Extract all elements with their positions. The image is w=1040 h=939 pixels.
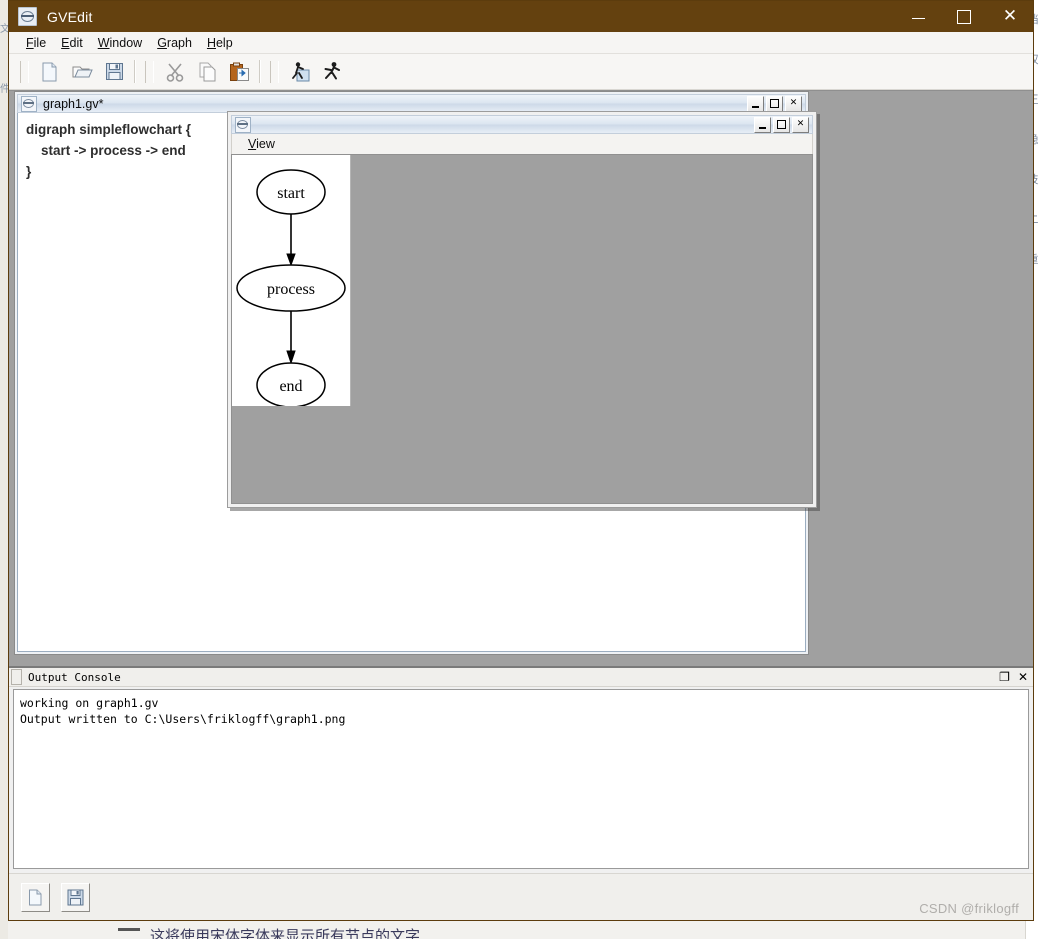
console-line: Output written to C:\Users\friklogff\gra…	[20, 712, 346, 726]
window-close-button[interactable]: ✕	[987, 1, 1033, 32]
editor-close-button[interactable]: ✕	[785, 95, 802, 112]
menu-window[interactable]: Window	[91, 34, 150, 52]
console-header-buttons: ❐ ✕	[999, 671, 1028, 683]
toolbar-grip-3[interactable]	[270, 60, 279, 83]
paste-button[interactable]	[224, 57, 254, 86]
graph-viewer-child-window: ✕ View start process end	[227, 111, 817, 508]
console-title: Output Console	[28, 670, 121, 684]
svg-text:process: process	[267, 281, 315, 298]
viewer-menu-view[interactable]: View	[241, 135, 283, 153]
floppy-save-icon	[67, 889, 84, 905]
background-left-strip: 文 件	[0, 0, 8, 939]
menu-edit-label: dit	[69, 35, 83, 50]
viewer-close-button[interactable]: ✕	[792, 116, 809, 133]
toolbar-separator-1	[134, 60, 136, 83]
scissors-icon	[166, 62, 184, 82]
menu-file[interactable]: File	[19, 34, 54, 52]
screen-root: 文 件 档 权 正 隐 技 二 重 这将使用宋体字体来显示所有节点的文字 GVE…	[0, 0, 1040, 939]
menu-help[interactable]: Help	[200, 34, 241, 52]
viewer-minimize-button[interactable]	[754, 116, 771, 133]
copy-pages-icon	[199, 62, 215, 81]
console-output-area[interactable]: working on graph1.gv Output written to C…	[13, 689, 1029, 869]
graph-edge-process-end	[286, 311, 296, 365]
cut-button[interactable]	[160, 57, 190, 86]
run-layout-icon	[291, 62, 309, 82]
svg-text:end: end	[279, 378, 302, 395]
menu-graph-label: raph	[166, 35, 192, 50]
open-folder-icon	[72, 66, 93, 78]
toolbar-grip-1[interactable]	[20, 60, 29, 83]
status-save-button[interactable]	[61, 882, 90, 912]
viewer-menubar: View	[231, 134, 813, 154]
viewer-menu-view-label: iew	[256, 137, 275, 151]
bottom-statusbar: CSDN @friklogff	[9, 873, 1033, 920]
viewer-titlebar[interactable]: ✕	[231, 115, 813, 134]
graph-edge-start-process	[286, 214, 296, 267]
console-drag-grip[interactable]	[11, 669, 22, 685]
window-maximize-button[interactable]	[941, 1, 987, 32]
open-file-button[interactable]	[67, 57, 97, 86]
graph-node-end: end	[256, 362, 326, 408]
save-file-button[interactable]	[99, 57, 129, 86]
background-bottom-dash	[118, 928, 140, 931]
window-titlebar: GVEdit ✕	[9, 1, 1033, 32]
window-title: GVEdit	[47, 8, 93, 25]
editor-window-buttons: ✕	[747, 95, 802, 112]
menu-edit[interactable]: Edit	[54, 34, 91, 52]
graph-canvas[interactable]: start process end	[232, 155, 351, 408]
running-man-icon	[324, 62, 340, 80]
viewer-maximize-button[interactable]	[773, 116, 790, 133]
viewer-canvas-background[interactable]: start process end	[231, 154, 813, 504]
mdi-client-area: graph1.gv* ✕ digraph simpleflowchart { s…	[9, 90, 1033, 666]
run-button[interactable]	[317, 57, 347, 86]
new-file-button[interactable]	[35, 57, 65, 86]
gvedit-main-window: GVEdit ✕ File Edit Window Graph Help gra…	[8, 0, 1034, 921]
menu-graph[interactable]: Graph	[150, 34, 200, 52]
close-icon: ✕	[1002, 6, 1018, 26]
editor-minimize-button[interactable]	[747, 95, 764, 112]
graph-node-start: start	[256, 169, 326, 215]
output-console-dock: Output Console ❐ ✕ working on graph1.gv …	[9, 666, 1033, 873]
flowchart-graph: start process end	[236, 169, 346, 408]
console-line: working on graph1.gv	[20, 696, 159, 710]
background-bottom-text: 这将使用宋体字体来显示所有节点的文字	[150, 927, 421, 939]
clipboard-paste-icon	[229, 62, 249, 81]
float-window-icon[interactable]: ❐	[999, 671, 1010, 683]
viewer-window-buttons: ✕	[754, 116, 809, 133]
window-controls: ✕	[895, 1, 1033, 32]
svg-text:start: start	[277, 185, 305, 202]
main-toolbar	[9, 54, 1033, 90]
new-document-icon	[42, 62, 57, 81]
close-icon: ✕	[789, 98, 798, 108]
close-icon[interactable]: ✕	[1018, 671, 1028, 683]
floppy-save-icon	[105, 63, 123, 80]
new-document-icon	[29, 889, 42, 905]
editor-title: graph1.gv*	[43, 96, 104, 111]
menu-help-label: elp	[215, 35, 233, 50]
console-header: Output Console ❐ ✕	[9, 668, 1033, 687]
toolbar-separator-2	[259, 60, 261, 83]
graphviz-logo-icon	[235, 116, 251, 133]
watermark-label: CSDN @friklogff	[919, 901, 1019, 916]
copy-button[interactable]	[192, 57, 222, 86]
graphviz-logo-icon	[18, 7, 37, 26]
menu-window-label: indow	[109, 35, 143, 50]
close-icon: ✕	[796, 119, 805, 129]
menu-file-label: ile	[33, 35, 47, 50]
editor-maximize-button[interactable]	[766, 95, 783, 112]
toolbar-grip-2[interactable]	[145, 60, 154, 83]
layout-button[interactable]	[285, 57, 315, 86]
main-menubar: File Edit Window Graph Help	[9, 32, 1033, 54]
window-minimize-button[interactable]	[895, 1, 941, 32]
status-new-button[interactable]	[21, 882, 50, 912]
graphviz-logo-icon	[21, 95, 37, 112]
graph-node-process: process	[236, 264, 346, 312]
